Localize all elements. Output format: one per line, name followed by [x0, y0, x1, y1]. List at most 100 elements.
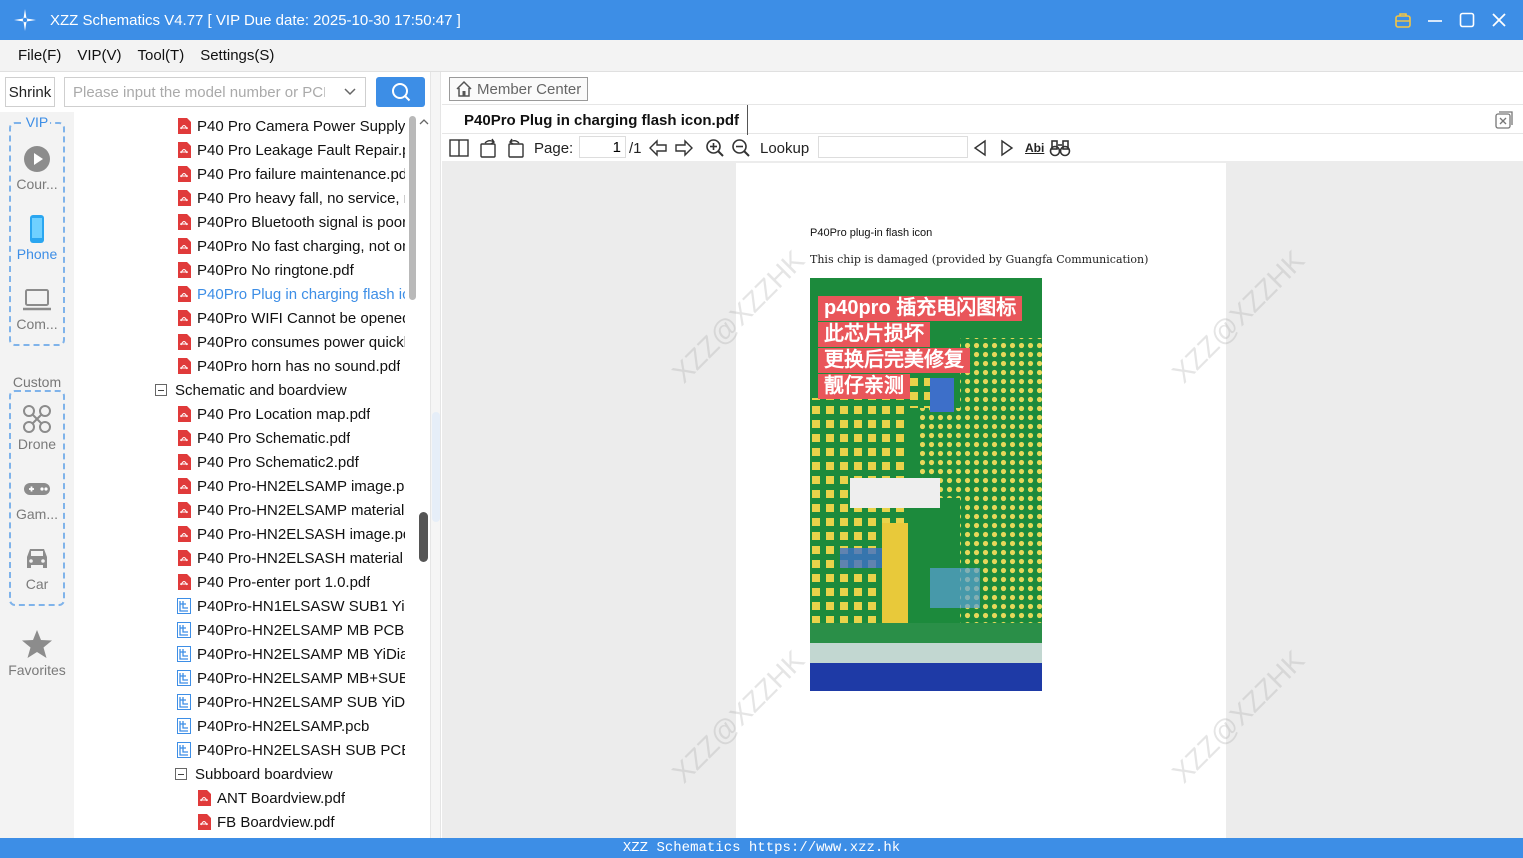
- tree-item-label: P40 Pro failure maintenance.pdf: [197, 165, 405, 183]
- tree-file[interactable]: P40 Pro heavy fall, no service, n: [177, 186, 405, 210]
- menu-tool[interactable]: Tool(T): [138, 47, 185, 64]
- menu-vip[interactable]: VIP(V): [77, 47, 121, 64]
- tree-file[interactable]: P40 Pro-enter port 1.0.pdf: [177, 570, 405, 594]
- tree-file[interactable]: P40Pro Plug in charging flash ic: [177, 282, 405, 306]
- pcb-file-icon: [177, 670, 197, 686]
- collapse-icon[interactable]: [155, 384, 167, 396]
- splitter-handle[interactable]: [432, 412, 440, 522]
- tree-file[interactable]: FB Boardview.pdf: [197, 810, 405, 834]
- category-games[interactable]: Gam...: [0, 474, 74, 522]
- tree-item-label: ANT Boardview.pdf: [217, 789, 346, 807]
- search-combobox[interactable]: [64, 77, 366, 107]
- window-title: XZZ Schematics V4.77 [ VIP Due date: 202…: [50, 11, 461, 29]
- shrink-button[interactable]: Shrink: [5, 77, 55, 107]
- tree-file[interactable]: P40 Pro-HN2ELSAMP material c: [177, 498, 405, 522]
- document-tab[interactable]: P40Pro Plug in charging flash icon.pdf: [452, 105, 748, 135]
- category-computer[interactable]: Com...: [0, 284, 74, 332]
- tree-file[interactable]: P40Pro No fast charging, not on: [177, 234, 405, 258]
- next-page-icon[interactable]: [674, 137, 694, 159]
- match-case-toggle[interactable]: Abi: [1025, 137, 1044, 159]
- pdf-viewer[interactable]: P40Pro plug-in flash icon This chip is d…: [442, 161, 1523, 838]
- phone-icon: [30, 215, 44, 243]
- close-button[interactable]: [1489, 10, 1509, 30]
- tree-item-label: P40 Pro-HN2ELSAMP material c: [197, 501, 405, 519]
- tree-item-label: P40 Pro Camera Power Supply T: [197, 117, 405, 135]
- laptop-icon: [23, 289, 51, 311]
- tree-item-label: P40 Pro Schematic.pdf: [197, 429, 351, 447]
- tree-file[interactable]: P40 Pro Schematic.pdf: [177, 426, 405, 450]
- vip-bag-icon[interactable]: [1393, 10, 1413, 30]
- rotate-right-icon[interactable]: [505, 137, 525, 159]
- search-button[interactable]: [376, 77, 425, 107]
- close-all-tabs-icon[interactable]: [1495, 111, 1513, 133]
- search-input[interactable]: [65, 78, 325, 106]
- sidebar-toggle-icon[interactable]: [449, 137, 469, 159]
- tree-folder[interactable]: Subboard boardview: [175, 762, 405, 786]
- panel-splitter[interactable]: [430, 72, 441, 838]
- tree-item-label: P40 Pro-HN2ELSASH image.pdf: [197, 525, 405, 543]
- pdf-file-icon: [177, 190, 197, 206]
- tree-file[interactable]: P40 Pro Schematic2.pdf: [177, 450, 405, 474]
- tree-file[interactable]: P40Pro WIFI Cannot be opened: [177, 306, 405, 330]
- tree-file[interactable]: P40Pro-HN1ELSASW SUB1 YiDi: [177, 594, 405, 618]
- tree-file[interactable]: P40 Pro-HN2ELSASH image.pdf: [177, 522, 405, 546]
- home-icon: [456, 80, 472, 97]
- tree-file[interactable]: P40Pro-HN2ELSAMP SUB YiDia: [177, 690, 405, 714]
- pdf-file-icon: [177, 166, 197, 182]
- category-favorites[interactable]: Favorites: [0, 628, 74, 678]
- find-next-icon[interactable]: [999, 137, 1015, 159]
- tree-file[interactable]: P40Pro No ringtone.pdf: [177, 258, 405, 282]
- category-courses[interactable]: Cour...: [0, 144, 74, 192]
- tree-item-label: P40Pro-HN2ELSAMP MB+SUB I: [197, 669, 405, 687]
- tree-file[interactable]: P40Pro-HN2ELSAMP MB YiDiar: [177, 642, 405, 666]
- tree-file[interactable]: P40 Pro-HN2ELSAMP image.pd: [177, 474, 405, 498]
- zoom-in-icon[interactable]: [705, 137, 725, 159]
- tree-item-label: P40Pro No ringtone.pdf: [197, 261, 354, 279]
- tree-scrollbar-thumb[interactable]: [409, 116, 416, 300]
- tree-file[interactable]: P40Pro-HN2ELSAMP MB PCB la: [177, 618, 405, 642]
- zoom-out-icon[interactable]: [731, 137, 751, 159]
- chevron-down-icon[interactable]: [343, 84, 357, 102]
- tree-file[interactable]: P40Pro Bluetooth signal is poor: [177, 210, 405, 234]
- pdf-file-icon: [197, 790, 217, 806]
- lookup-input[interactable]: [818, 136, 968, 158]
- tree-file[interactable]: P40 Pro Camera Power Supply T: [177, 114, 405, 138]
- tree-file[interactable]: P40Pro-HN2ELSAMP MB+SUB I: [177, 666, 405, 690]
- page-total: /1: [629, 139, 642, 157]
- scroll-up-icon[interactable]: [419, 114, 429, 131]
- tree-file[interactable]: P40 Pro Location map.pdf: [177, 402, 405, 426]
- tree-file[interactable]: P40Pro-HN2ELSAMP.pcb: [177, 714, 405, 738]
- category-car[interactable]: Car: [0, 544, 74, 592]
- pdf-file-icon: [177, 454, 197, 470]
- member-center-button[interactable]: Member Center: [449, 77, 588, 101]
- tree-file[interactable]: P40 Pro failure maintenance.pdf: [177, 162, 405, 186]
- page-number-input[interactable]: [579, 136, 626, 158]
- pdf-file-icon: [177, 214, 197, 230]
- rotate-left-icon[interactable]: [479, 137, 499, 159]
- star-icon: [22, 630, 52, 658]
- menu-file[interactable]: File(F): [18, 47, 61, 64]
- category-phone[interactable]: Phone: [0, 214, 74, 262]
- prev-page-icon[interactable]: [648, 137, 668, 159]
- tree-scrollbar[interactable]: [408, 112, 418, 838]
- tree-folder[interactable]: Schematic and boardview: [155, 378, 405, 402]
- find-prev-icon[interactable]: [972, 137, 988, 159]
- category-drone[interactable]: Drone: [0, 404, 74, 452]
- tree-file[interactable]: P40Pro consumes power quickl: [177, 330, 405, 354]
- pdf-page: P40Pro plug-in flash icon This chip is d…: [736, 163, 1226, 838]
- tree-file[interactable]: P40Pro horn has no sound.pdf: [177, 354, 405, 378]
- pcb-photo: p40pro 插充电闪图标 此芯片损坏 更换后完美修复 靓仔亲测: [810, 278, 1042, 691]
- tree-file[interactable]: P40Pro-HN2ELSASH SUB PCB la: [177, 738, 405, 762]
- minimize-button[interactable]: [1425, 10, 1445, 30]
- tree-file[interactable]: ANT Boardview.pdf: [197, 786, 405, 810]
- tree-file[interactable]: P40 Pro-HN2ELSASH material o: [177, 546, 405, 570]
- pdf-file-icon: [177, 142, 197, 158]
- binoculars-icon[interactable]: [1049, 137, 1071, 159]
- pdf-file-icon: [177, 574, 197, 590]
- menu-settings[interactable]: Settings(S): [200, 47, 274, 64]
- maximize-button[interactable]: [1457, 10, 1477, 30]
- tree-item-label: P40 Pro Schematic2.pdf: [197, 453, 359, 471]
- secondary-scrollbar-thumb[interactable]: [419, 512, 428, 562]
- tree-file[interactable]: P40 Pro Leakage Fault Repair.pd: [177, 138, 405, 162]
- collapse-icon[interactable]: [175, 768, 187, 780]
